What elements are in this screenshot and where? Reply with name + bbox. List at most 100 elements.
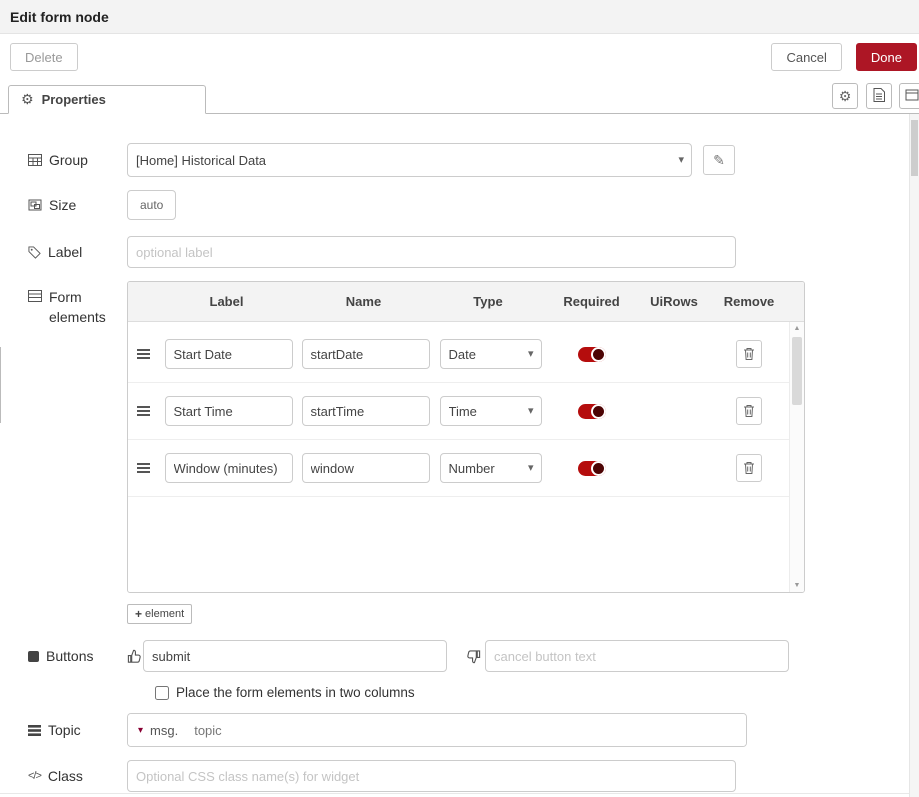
vertical-scrollbar[interactable] — [909, 114, 919, 797]
form-element-row: Time▾ — [128, 383, 804, 440]
two-columns-row: Place the form elements in two columns — [155, 685, 919, 700]
element-label-input[interactable] — [165, 339, 293, 369]
scroll-down-icon[interactable]: ▼ — [794, 582, 801, 589]
topic-label: Topic — [28, 722, 127, 738]
done-button[interactable]: Done — [856, 43, 917, 71]
label-input[interactable] — [127, 236, 736, 268]
label-row: Label — [28, 236, 919, 268]
element-label-input[interactable] — [165, 453, 293, 483]
group-select[interactable]: [Home] Historical Data — [127, 143, 692, 177]
buttons-label: Buttons — [28, 648, 127, 664]
tab-properties-label: Properties — [42, 92, 106, 107]
element-name-input[interactable] — [302, 339, 430, 369]
column-header-type: Type — [432, 294, 544, 309]
form-elements-body: Date▾ Time▾ — [128, 322, 804, 592]
toolbar-right: Cancel Done — [771, 43, 917, 71]
pencil-icon: ✎ — [713, 152, 725, 168]
required-toggle[interactable] — [578, 404, 606, 419]
column-header-remove: Remove — [709, 294, 789, 309]
square-icon — [28, 651, 39, 662]
form-elements-header: Label Name Type Required UiRows Remove — [128, 282, 804, 322]
gear-icon: ⚙ — [21, 91, 34, 108]
scrollbar-thumb[interactable] — [792, 337, 802, 405]
element-name-input[interactable] — [302, 396, 430, 426]
tasks-icon — [28, 725, 41, 736]
thumbs-down-icon — [466, 649, 482, 664]
dialog-bottom-border — [0, 793, 909, 794]
size-auto-button[interactable]: auto — [127, 190, 176, 220]
topic-type-button[interactable]: ▾ msg. — [128, 714, 188, 746]
node-settings-button[interactable]: ⚙ — [832, 83, 858, 109]
class-input[interactable] — [127, 760, 736, 792]
element-name-input[interactable] — [302, 453, 430, 483]
dialog-toolbar: Delete Cancel Done — [0, 34, 919, 80]
form-elements-label: Form elements — [28, 281, 127, 328]
tab-properties[interactable]: ⚙ Properties — [8, 85, 206, 114]
table-scrollbar[interactable]: ▲ ▼ — [789, 322, 804, 592]
two-columns-checkbox[interactable] — [155, 686, 169, 700]
size-label: Size — [28, 197, 127, 213]
group-select-wrap: [Home] Historical Data ▾ — [127, 143, 692, 177]
required-toggle[interactable] — [578, 347, 606, 362]
remove-element-button[interactable] — [736, 454, 762, 482]
group-row: Group [Home] Historical Data ▾ ✎ — [28, 143, 919, 177]
cancel-button-text-input[interactable] — [485, 640, 789, 672]
panel-edge-divider — [0, 347, 1, 423]
edit-form-node-dialog: Edit form node Delete Cancel Done ⚙ Prop… — [0, 0, 919, 792]
tag-icon — [28, 246, 41, 259]
gear-icon: ⚙ — [839, 88, 852, 105]
topic-type-label: msg. — [150, 723, 178, 738]
element-type-select[interactable]: Date — [440, 339, 542, 369]
object-group-icon — [28, 199, 42, 211]
remove-element-button[interactable] — [736, 340, 762, 368]
appearance-icon — [905, 88, 919, 104]
properties-panel: Group [Home] Historical Data ▾ ✎ Size au… — [0, 114, 919, 792]
group-label: Group — [28, 152, 127, 168]
add-element-button[interactable]: + element — [127, 604, 192, 624]
node-appearance-button[interactable] — [899, 83, 919, 109]
submit-button-text-input[interactable] — [143, 640, 447, 672]
scrollbar-thumb[interactable] — [911, 120, 918, 176]
remove-element-button[interactable] — [736, 397, 762, 425]
document-icon — [873, 88, 885, 105]
column-header-uirows: UiRows — [639, 294, 709, 309]
required-toggle[interactable] — [578, 461, 606, 476]
size-row: Size auto — [28, 190, 919, 220]
cancel-button[interactable]: Cancel — [771, 43, 841, 71]
form-elements-table: Label Name Type Required UiRows Remove D… — [127, 281, 805, 593]
dialog-title: Edit form node — [10, 9, 109, 25]
trash-icon — [743, 404, 755, 418]
class-label: </> Class — [28, 768, 127, 784]
tab-bar: ⚙ Properties ⚙ — [0, 80, 919, 114]
topic-input[interactable] — [188, 714, 746, 746]
form-elements-editor: Label Name Type Required UiRows Remove D… — [127, 281, 805, 624]
label-label: Label — [28, 244, 127, 260]
toggle-knob — [591, 404, 606, 419]
topic-typed-input: ▾ msg. — [127, 713, 747, 747]
toggle-knob — [591, 347, 606, 362]
element-type-select[interactable]: Time — [440, 396, 542, 426]
form-element-row: Date▾ — [128, 326, 804, 383]
node-description-button[interactable] — [866, 83, 892, 109]
element-type-select[interactable]: Number — [440, 453, 542, 483]
thumbs-up-icon — [127, 649, 143, 664]
two-columns-label: Place the form elements in two columns — [176, 685, 415, 700]
column-header-required: Required — [544, 294, 639, 309]
dialog-header: Edit form node — [0, 0, 919, 34]
form-elements-row: Form elements Label Name Type Required U… — [28, 281, 919, 624]
drag-handle-icon[interactable] — [128, 349, 158, 359]
column-header-name: Name — [295, 294, 432, 309]
element-label-input[interactable] — [165, 396, 293, 426]
plus-icon: + — [135, 607, 142, 621]
chevron-down-icon: ▾ — [138, 725, 143, 736]
delete-button[interactable]: Delete — [10, 43, 78, 71]
drag-handle-icon[interactable] — [128, 463, 158, 473]
scroll-up-icon[interactable]: ▲ — [794, 325, 801, 332]
table-icon — [28, 154, 42, 166]
list-icon — [28, 290, 42, 302]
edit-group-button[interactable]: ✎ — [703, 145, 735, 175]
trash-icon — [743, 461, 755, 475]
class-row: </> Class — [28, 760, 919, 792]
drag-handle-icon[interactable] — [128, 406, 158, 416]
column-header-label: Label — [158, 294, 295, 309]
